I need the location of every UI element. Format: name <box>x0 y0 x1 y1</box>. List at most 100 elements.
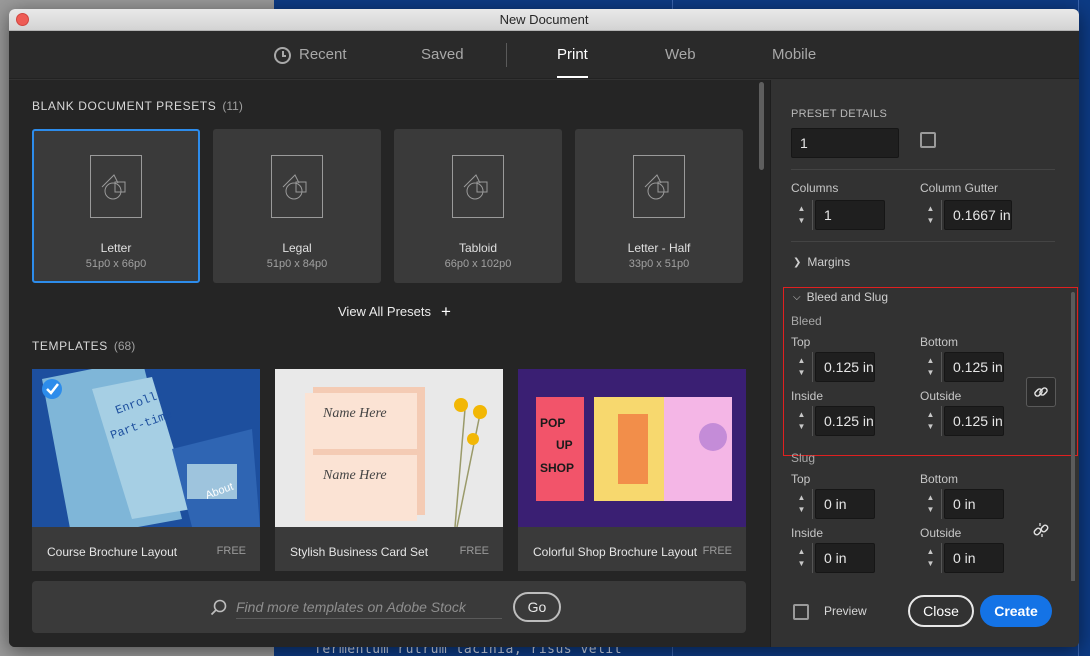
svg-text:SHOP: SHOP <box>540 461 574 475</box>
columns-label: Columns <box>791 181 839 195</box>
preview-checkbox[interactable] <box>793 604 809 620</box>
preset-name: Letter - Half <box>627 241 691 255</box>
slug-bottom-stepper[interactable]: ▲ ▼ <box>920 489 942 519</box>
facing-pages-checkbox[interactable] <box>920 132 936 148</box>
slug-inside-field[interactable]: 0 in <box>815 543 875 573</box>
tab-label: Web <box>665 46 696 63</box>
svg-text:Name Here: Name Here <box>322 406 387 421</box>
template-name: Course Brochure Layout <box>47 545 178 559</box>
template-price: FREE <box>459 545 489 557</box>
view-all-label: View All Presets <box>338 304 431 319</box>
category-tabs: Recent Saved Print Web Mobile <box>9 31 1079 79</box>
tab-label: Mobile <box>772 46 817 63</box>
bleed-inside-stepper[interactable]: ▲ ▼ <box>791 406 813 436</box>
preset-letter-half[interactable]: Letter - Half 33p0 x 51p0 <box>575 129 743 283</box>
scrollbar-thumb[interactable] <box>759 82 764 170</box>
preset-size: 51p0 x 66p0 <box>85 258 147 270</box>
tab-web[interactable]: Web <box>665 31 696 79</box>
tab-print[interactable]: Print <box>557 31 588 79</box>
search-icon <box>210 599 227 616</box>
bleed-outside-label: Outside <box>920 389 962 403</box>
slug-unlink-button[interactable] <box>1026 515 1056 545</box>
columns-stepper[interactable]: ▲ ▼ <box>791 200 813 230</box>
pages-field[interactable]: 1 <box>791 128 899 158</box>
view-all-presets-link[interactable]: View All Presets + <box>338 303 451 320</box>
slug-inside-stepper[interactable]: ▲ ▼ <box>791 543 813 573</box>
bleed-inside-label: Inside <box>791 389 824 403</box>
gutter-field[interactable]: 0.1667 in <box>944 200 1012 230</box>
slug-bottom-label: Bottom <box>920 472 959 486</box>
columns-field[interactable]: 1 <box>815 200 885 230</box>
tab-recent[interactable]: Recent <box>274 31 347 79</box>
template-price: FREE <box>702 545 732 557</box>
bleed-top-label: Top <box>791 335 811 349</box>
bleed-top-field[interactable]: 0.125 in <box>815 352 875 382</box>
link-icon <box>1034 387 1048 397</box>
slug-inside-label: Inside <box>791 526 824 540</box>
title-bar: New Document <box>9 9 1079 31</box>
bleed-inside-field[interactable]: 0.125 in <box>815 406 875 436</box>
gutter-label: Column Gutter <box>920 181 999 195</box>
tab-saved[interactable]: Saved <box>421 31 464 79</box>
presets-area: BLANK DOCUMENT PRESETS (11) Letter 51p0 x… <box>9 80 770 647</box>
templates-heading: TEMPLATES (68) <box>32 339 136 353</box>
tab-label: Print <box>557 46 588 63</box>
document-icon <box>452 155 504 218</box>
gutter-stepper[interactable]: ▲ ▼ <box>920 200 942 230</box>
preset-size: 33p0 x 51p0 <box>628 258 690 270</box>
preset-name: Legal <box>282 241 312 255</box>
preset-details-panel: PRESET DETAILS 1 Columns Column Gutter ▲… <box>770 80 1079 647</box>
details-scrollbar[interactable] <box>1071 292 1075 582</box>
bleed-top-stepper[interactable]: ▲ ▼ <box>791 352 813 382</box>
close-button[interactable]: Close <box>908 595 974 627</box>
document-icon <box>271 155 323 218</box>
slug-outside-field[interactable]: 0 in <box>944 543 1004 573</box>
preset-name: Tabloid <box>458 241 498 255</box>
bleed-outside-field[interactable]: 0.125 in <box>944 406 1004 436</box>
bleed-label: Bleed <box>791 314 822 328</box>
margins-disclosure[interactable]: ❯ Margins <box>793 255 850 269</box>
bleed-link-button[interactable] <box>1026 377 1056 407</box>
chevron-right-icon: ❯ <box>793 256 802 268</box>
presets-scrollbar[interactable] <box>759 82 764 567</box>
svg-text:POP: POP <box>540 416 565 430</box>
slug-bottom-field[interactable]: 0 in <box>944 489 1004 519</box>
tab-label: Recent <box>299 46 347 63</box>
plus-icon: + <box>440 302 451 321</box>
go-button[interactable]: Go <box>513 592 561 622</box>
bleed-outside-stepper[interactable]: ▲ ▼ <box>920 406 942 436</box>
stock-search-input[interactable] <box>236 595 502 619</box>
slug-top-field[interactable]: 0 in <box>815 489 875 519</box>
preview-label: Preview <box>824 604 867 618</box>
bleed-slug-disclosure[interactable]: ⌵ Bleed and Slug <box>793 290 888 304</box>
slug-outside-stepper[interactable]: ▲ ▼ <box>920 543 942 573</box>
preset-letter[interactable]: Letter 51p0 x 66p0 <box>32 129 200 283</box>
preset-legal[interactable]: Legal 51p0 x 84p0 <box>213 129 381 283</box>
bleed-bottom-field[interactable]: 0.125 in <box>944 352 1004 382</box>
create-button[interactable]: Create <box>980 595 1052 627</box>
tab-mobile[interactable]: Mobile <box>772 31 816 79</box>
preset-tabloid[interactable]: Tabloid 66p0 x 102p0 <box>394 129 562 283</box>
template-course-brochure[interactable]: Part-time Enroll- About Course Brochure … <box>32 369 260 571</box>
template-shop-brochure[interactable]: POP UP SHOP Colorful Shop Brochure Layou… <box>518 369 746 571</box>
margins-label: Margins <box>807 255 851 269</box>
slug-label: Slug <box>791 451 816 465</box>
divider <box>791 169 1055 170</box>
template-name: Colorful Shop Brochure Layout <box>533 545 698 559</box>
chevron-down-icon: ⌵ <box>793 291 801 303</box>
svg-text:UP: UP <box>556 438 573 452</box>
template-thumbnail: Part-time Enroll- About <box>32 369 260 527</box>
svg-text:Name Here: Name Here <box>322 468 387 483</box>
slug-outside-label: Outside <box>920 526 962 540</box>
template-business-card[interactable]: Name Here Name Here Stylish Business Car… <box>275 369 503 571</box>
document-icon <box>633 155 685 218</box>
bleed-bottom-stepper[interactable]: ▲ ▼ <box>920 352 942 382</box>
stock-search-bar: Go <box>32 581 746 633</box>
window-close-button[interactable] <box>16 13 29 26</box>
slug-top-stepper[interactable]: ▲ ▼ <box>791 489 813 519</box>
tab-label: Saved <box>421 46 464 63</box>
presets-heading: BLANK DOCUMENT PRESETS (11) <box>32 99 243 113</box>
clock-icon <box>274 46 291 64</box>
template-name: Stylish Business Card Set <box>290 545 429 559</box>
new-document-dialog: New Document Recent Saved Print Web Mobi… <box>9 9 1079 647</box>
